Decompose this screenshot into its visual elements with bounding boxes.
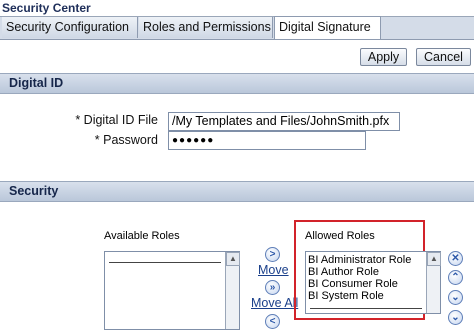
digital-id-file-input[interactable]: /My Templates and Files/JohnSmith.pfx: [168, 112, 400, 131]
available-roles-label: Available Roles: [104, 230, 180, 242]
available-roles-scrollbar[interactable]: ▲: [225, 252, 240, 329]
digital-id-section-title: Digital ID: [9, 76, 64, 90]
tab-digital-signature[interactable]: Digital Signature: [274, 16, 381, 39]
available-roles-list[interactable]: ▲: [104, 251, 240, 330]
apply-button[interactable]: Apply: [360, 48, 407, 66]
digital-id-section-header: Digital ID: [0, 73, 474, 94]
tab-security-configuration[interactable]: Security Configuration: [2, 17, 138, 38]
security-section-title: Security: [9, 184, 59, 198]
scroll-up-icon[interactable]: ▲: [427, 252, 441, 266]
list-item[interactable]: BI Administrator Role: [308, 254, 411, 267]
password-label: * Password: [94, 133, 158, 147]
bottom-icon[interactable]: ⌄: [448, 310, 463, 325]
move-all-link[interactable]: Move All: [251, 296, 298, 310]
allowed-roles-scrollbar[interactable]: ▲: [426, 252, 441, 313]
scroll-up-icon[interactable]: ▲: [226, 252, 240, 266]
chevron-right-icon[interactable]: >: [265, 247, 280, 262]
up-icon[interactable]: ⌃: [448, 270, 463, 285]
list-item[interactable]: BI Consumer Role: [308, 278, 398, 291]
tab-roles-and-permissions[interactable]: Roles and Permissions: [139, 17, 273, 38]
allowed-roles-list[interactable]: BI Administrator Role BI Author Role BI …: [305, 251, 441, 314]
available-roles-separator: [109, 262, 221, 263]
allowed-roles-separator: [310, 308, 422, 309]
window-title: Security Center: [2, 1, 91, 15]
digital-id-file-label: * Digital ID File: [75, 113, 158, 127]
double-chevron-right-icon[interactable]: »: [265, 280, 280, 295]
move-link[interactable]: Move: [258, 263, 289, 277]
security-section-header: Security: [0, 181, 474, 202]
top-icon[interactable]: ✕: [448, 251, 463, 266]
chevron-left-icon[interactable]: <: [265, 314, 280, 329]
list-item[interactable]: BI System Role: [308, 290, 384, 303]
allowed-roles-label: Allowed Roles: [305, 230, 375, 242]
cancel-button[interactable]: Cancel: [416, 48, 471, 66]
list-item[interactable]: BI Author Role: [308, 266, 379, 279]
password-input[interactable]: ●●●●●●: [168, 131, 366, 150]
down-icon[interactable]: ⌄: [448, 290, 463, 305]
